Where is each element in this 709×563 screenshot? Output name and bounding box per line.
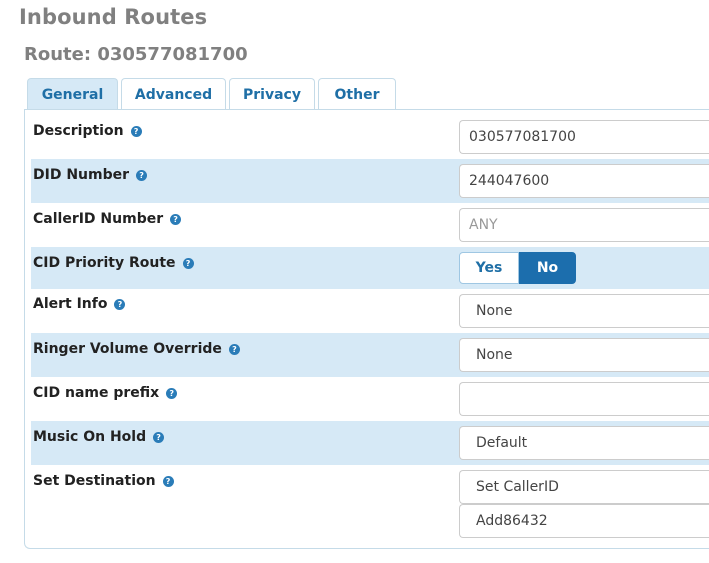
row-callerid-number: CallerID Number ? ANY (31, 203, 709, 247)
row-music-on-hold: Music On Hold ? Default (31, 421, 709, 465)
ringer-volume-override-select[interactable]: None (459, 338, 709, 372)
help-icon[interactable]: ? (162, 475, 174, 487)
route-title: Route: 030577081700 (24, 44, 248, 65)
ringer-volume-override-label: Ringer Volume Override (33, 341, 222, 357)
help-icon[interactable]: ? (182, 257, 194, 269)
row-ringer-volume-override: Ringer Volume Override ? None (31, 333, 709, 377)
callerid-number-input[interactable]: ANY (459, 208, 709, 242)
set-destination-label: Set Destination (33, 473, 156, 489)
destination-target-select[interactable]: Add86432 (459, 504, 709, 538)
tab-advanced[interactable]: Advanced (121, 78, 226, 110)
cid-name-prefix-input[interactable] (459, 382, 709, 416)
alert-info-label: Alert Info (33, 296, 108, 312)
row-alert-info: Alert Info ? None (31, 289, 709, 333)
row-did-number: DID Number ? 244047600 (31, 159, 709, 203)
help-icon[interactable]: ? (136, 169, 148, 181)
row-cid-priority-route: CID Priority Route ? Yes No (31, 247, 709, 289)
music-on-hold-label: Music On Hold (33, 429, 147, 445)
description-label: Description (33, 123, 124, 139)
cid-priority-route-toggle: Yes No (459, 252, 576, 284)
row-description: Description ? 030577081700 (31, 115, 709, 159)
destination-type-select[interactable]: Set CallerID (459, 470, 709, 504)
tab-privacy[interactable]: Privacy (229, 78, 315, 110)
callerid-number-label: CallerID Number (33, 211, 164, 227)
help-icon[interactable]: ? (114, 298, 126, 310)
cid-name-prefix-label: CID name prefix (33, 385, 160, 401)
help-icon[interactable]: ? (170, 213, 182, 225)
cid-priority-no-button[interactable]: No (519, 252, 576, 284)
did-number-input[interactable]: 244047600 (459, 164, 709, 198)
description-input[interactable]: 030577081700 (459, 120, 709, 154)
alert-info-select[interactable]: None (459, 294, 709, 328)
row-set-destination: Set Destination ? Set CallerID Add86432 (31, 465, 709, 541)
tab-bar: General Advanced Privacy Other (27, 78, 399, 110)
help-icon[interactable]: ? (153, 431, 165, 443)
cid-priority-yes-button[interactable]: Yes (459, 252, 519, 284)
did-number-label: DID Number (33, 167, 130, 183)
tab-general[interactable]: General (27, 78, 118, 110)
page-title: Inbound Routes (19, 5, 208, 29)
help-icon[interactable]: ? (228, 343, 240, 355)
help-icon[interactable]: ? (130, 125, 142, 137)
row-cid-name-prefix: CID name prefix ? (31, 377, 709, 421)
tab-other[interactable]: Other (318, 78, 396, 110)
cid-priority-route-label: CID Priority Route (33, 255, 176, 271)
music-on-hold-select[interactable]: Default (459, 426, 709, 460)
help-icon[interactable]: ? (166, 387, 178, 399)
